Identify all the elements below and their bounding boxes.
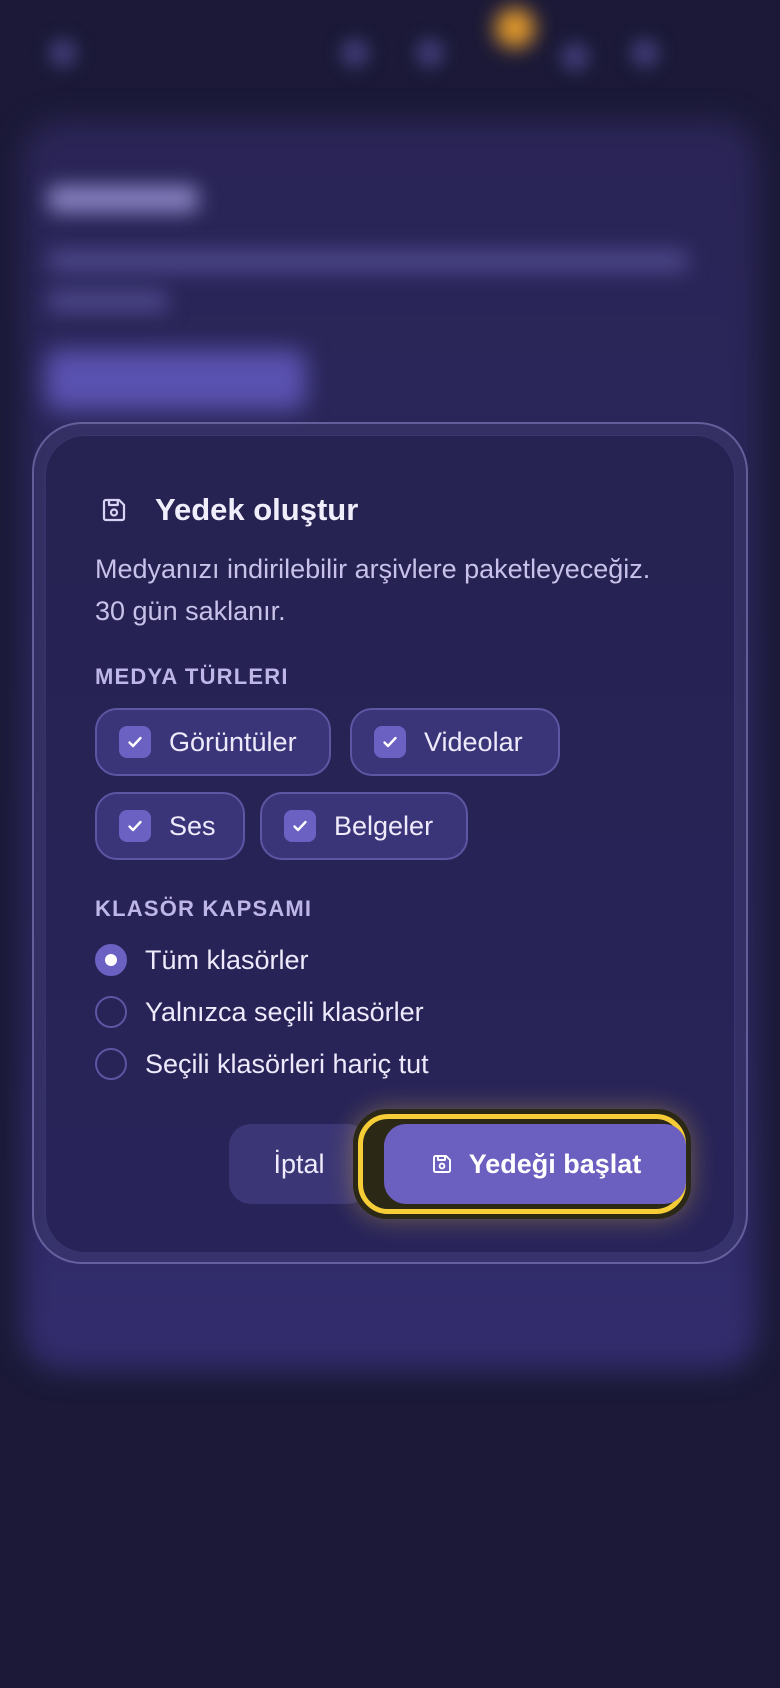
checkbox-checked-icon[interactable] [119,810,151,842]
checkbox-checked-icon[interactable] [119,726,151,758]
media-chip-label: Videolar [424,726,523,757]
radio-label: Yalnızca seçili klasörler [145,996,424,1027]
save-icon [429,1151,455,1177]
radio-only-selected-folders[interactable]: Yalnızca seçili klasörler [95,996,424,1028]
media-chip-label: Belgeler [334,810,434,841]
media-chip-label: Ses [169,810,216,841]
media-types-label: MEDYA TÜRLERI [95,664,289,689]
media-chip-videos[interactable]: Videolar [350,708,560,776]
radio-label: Tüm klasörler [145,944,309,975]
blurred-toolbar-icon [560,42,590,72]
checkbox-checked-icon[interactable] [284,810,316,842]
blurred-toolbar-icon [630,38,660,68]
folder-scope-label: KLASÖR KAPSAMI [95,896,313,921]
blurred-text [48,290,168,312]
dialog-header: Yedek oluştur [99,492,358,528]
checkbox-checked-icon[interactable] [374,726,406,758]
create-backup-dialog: Yedek oluştur Medyanızı indirilebilir ar… [45,435,735,1253]
blurred-text [48,250,688,272]
radio-unselected-icon[interactable] [95,996,127,1028]
radio-unselected-icon[interactable] [95,1048,127,1080]
start-backup-label: Yedeği başlat [468,1148,642,1179]
media-chip-images[interactable]: Görüntüler [95,708,331,776]
radio-label: Seçili klasörleri hariç tut [145,1048,429,1079]
blurred-menu-icon [48,38,78,68]
blurred-toolbar-icon [340,38,370,68]
blurred-notification-glow [495,8,535,48]
radio-all-folders[interactable]: Tüm klasörler [95,944,309,976]
media-chip-audio[interactable]: Ses [95,792,245,860]
media-chip-label: Görüntüler [169,726,297,757]
dialog-description: Medyanızı indirilebilir arşivlere paketl… [95,554,651,626]
blurred-heading [48,186,198,212]
media-chip-documents[interactable]: Belgeler [260,792,468,860]
radio-selected-icon[interactable] [95,944,127,976]
blurred-button [46,350,306,410]
dialog-title: Yedek oluştur [155,492,359,527]
radio-exclude-selected-folders[interactable]: Seçili klasörleri hariç tut [95,1048,429,1080]
blurred-toolbar-icon [415,38,445,68]
cancel-button[interactable]: İptal [229,1124,369,1204]
save-icon [99,495,129,525]
start-backup-button[interactable]: Yedeği başlat [384,1124,686,1204]
